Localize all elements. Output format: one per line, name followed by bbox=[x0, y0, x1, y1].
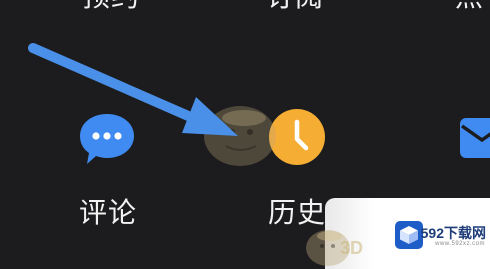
menu-screen: 预约 订阅 点 评论 历史 592下载网 www.5 bbox=[0, 0, 490, 269]
watermark-title: 592下载网 bbox=[420, 225, 486, 241]
watermark-3d-text: 3D bbox=[340, 238, 364, 258]
watermark-url: www.592xz.com bbox=[435, 241, 485, 247]
cube-logo-icon bbox=[395, 221, 423, 249]
